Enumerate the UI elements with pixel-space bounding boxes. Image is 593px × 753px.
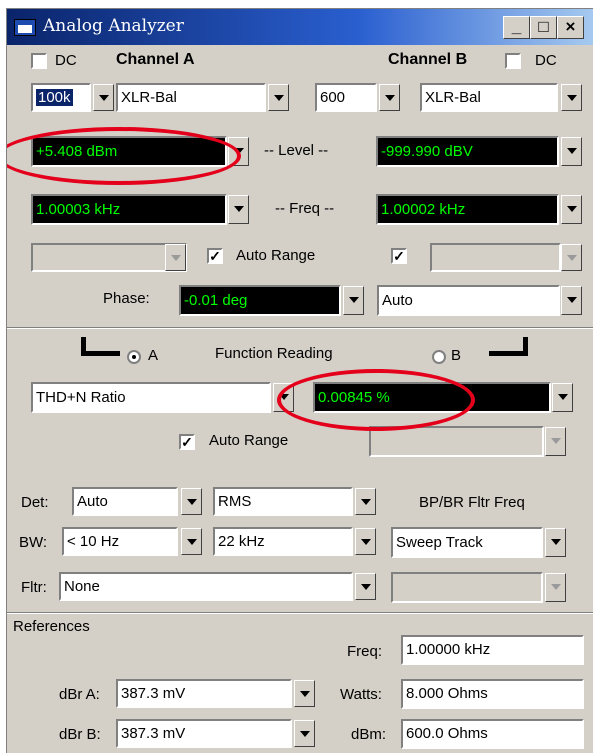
section-divider-highlight	[7, 328, 593, 329]
channel-a-title: Channel A	[116, 51, 195, 68]
fltr-label: Fltr:	[21, 579, 47, 596]
channel-b-title: Channel B	[388, 51, 468, 68]
filter-freq-select[interactable]	[391, 572, 543, 603]
channel-b-range-select[interactable]	[430, 243, 561, 272]
channel-a-freq-display: 1.00003 kHz	[31, 194, 227, 225]
dbm-ohms-input[interactable]: 600.0 Ohms	[401, 719, 584, 749]
bw-low-select[interactable]: < 10 Hz	[62, 527, 178, 556]
dbr-b-dropdown[interactable]	[294, 720, 315, 747]
bw-high-dropdown[interactable]	[355, 528, 376, 555]
function-range-dropdown[interactable]	[545, 427, 566, 456]
function-reading-title: Function Reading	[215, 345, 333, 362]
channel-a-auto-range-label: Auto Range	[236, 247, 316, 264]
references-divider-highlight	[7, 613, 593, 614]
function-type-select[interactable]: THD+N Ratio	[31, 382, 271, 413]
watts-label: Watts:	[340, 686, 382, 703]
det-mode-select[interactable]: RMS	[213, 487, 353, 516]
freq-label: -- Freq --	[275, 200, 335, 217]
function-auto-range-label: Auto Range	[209, 432, 289, 449]
det-label: Det:	[21, 494, 49, 511]
channel-b-level-display: -999.990 dBV	[376, 136, 559, 167]
channel-b-input-type-dropdown[interactable]	[561, 84, 582, 111]
bp-br-filter-freq-dropdown[interactable]	[545, 528, 566, 557]
watts-ohms-input[interactable]: 8.000 Ohms	[401, 679, 584, 709]
analog-analyzer-window: Analog Analyzer _ □ × DC Channel A Chann…	[6, 8, 593, 753]
filter-select[interactable]: None	[59, 572, 353, 601]
phase-units-dropdown[interactable]	[343, 286, 364, 315]
reading-highlight-ellipse	[277, 369, 475, 431]
channel-a-auto-range-checkbox[interactable]: ✓	[207, 248, 223, 264]
window-title: Analog Analyzer	[43, 16, 184, 36]
dbm-label: dBm:	[351, 726, 387, 743]
det-select[interactable]: Auto	[72, 487, 178, 516]
phase-mode-select[interactable]: Auto	[377, 285, 560, 316]
dbr-b-input[interactable]: 387.3 mV	[116, 719, 292, 748]
channel-b-level-units-dropdown[interactable]	[561, 137, 582, 166]
phase-mode-dropdown[interactable]	[561, 286, 582, 315]
function-auto-range-checkbox[interactable]: ✓	[179, 434, 195, 450]
references-title: References	[13, 618, 90, 635]
bp-br-filter-freq-label: BP/BR Fltr Freq	[419, 494, 525, 511]
det-dropdown[interactable]	[181, 488, 202, 515]
bracket-b-graphic	[489, 337, 528, 356]
channel-b-auto-range-checkbox[interactable]: ✓	[391, 248, 407, 264]
ref-freq-input[interactable]: 1.00000 kHz	[401, 635, 584, 665]
level-label: -- Level --	[264, 142, 329, 159]
function-a-radio[interactable]	[127, 350, 141, 364]
det-mode-dropdown[interactable]	[355, 488, 376, 515]
channel-a-freq-units-dropdown[interactable]	[228, 195, 249, 224]
channel-a-dc-checkbox[interactable]	[31, 53, 47, 69]
function-reading-units-dropdown[interactable]	[552, 383, 573, 412]
function-b-label: B	[451, 347, 462, 364]
channel-a-impedance-value: 100k	[36, 89, 73, 106]
close-button[interactable]: ×	[557, 16, 584, 39]
channel-b-impedance-dropdown[interactable]	[379, 84, 400, 111]
channel-a-impedance-select[interactable]: 100k	[31, 83, 91, 112]
dbr-a-dropdown[interactable]	[294, 680, 315, 707]
title-bar[interactable]: Analog Analyzer _ □ ×	[7, 9, 593, 45]
channel-a-range-dropdown[interactable]	[165, 244, 186, 271]
channel-b-range-dropdown[interactable]	[561, 244, 582, 271]
maximize-button[interactable]: □	[530, 16, 557, 39]
channel-b-dc-checkbox[interactable]	[505, 53, 521, 69]
bp-br-filter-freq-select[interactable]: Sweep Track	[391, 527, 543, 558]
minimize-button[interactable]: _	[503, 16, 530, 39]
channel-b-freq-units-dropdown[interactable]	[561, 195, 582, 224]
app-icon	[14, 19, 36, 36]
channel-a-input-type-select[interactable]: XLR-Bal	[116, 83, 266, 112]
channel-b-freq-display: 1.00002 kHz	[376, 194, 559, 225]
dbr-a-label: dBr A:	[59, 686, 100, 703]
channel-b-input-type-select[interactable]: XLR-Bal	[420, 83, 558, 112]
filter-dropdown[interactable]	[355, 573, 376, 600]
bw-high-select[interactable]: 22 kHz	[213, 527, 353, 556]
channel-b-impedance-select[interactable]: 600	[315, 83, 377, 112]
function-a-label: A	[148, 347, 159, 364]
bracket-a-graphic	[81, 337, 120, 356]
channel-a-dc-label: DC	[55, 52, 77, 69]
filter-freq-dropdown[interactable]	[545, 573, 566, 602]
phase-label: Phase:	[103, 290, 150, 307]
function-b-radio[interactable]	[432, 350, 446, 364]
channel-b-dc-label: DC	[535, 52, 557, 69]
dbr-a-input[interactable]: 387.3 mV	[116, 679, 292, 708]
bw-label: BW:	[19, 534, 48, 551]
channel-a-range-select[interactable]	[31, 243, 187, 272]
dbr-b-label: dBr B:	[59, 726, 101, 743]
channel-a-impedance-dropdown[interactable]	[93, 84, 114, 111]
level-highlight-ellipse	[7, 127, 241, 185]
ref-freq-label: Freq:	[347, 643, 383, 660]
bw-low-dropdown[interactable]	[181, 528, 202, 555]
channel-a-input-type-dropdown[interactable]	[268, 84, 289, 111]
function-range-select[interactable]	[369, 426, 544, 457]
phase-display: -0.01 deg	[179, 285, 341, 316]
